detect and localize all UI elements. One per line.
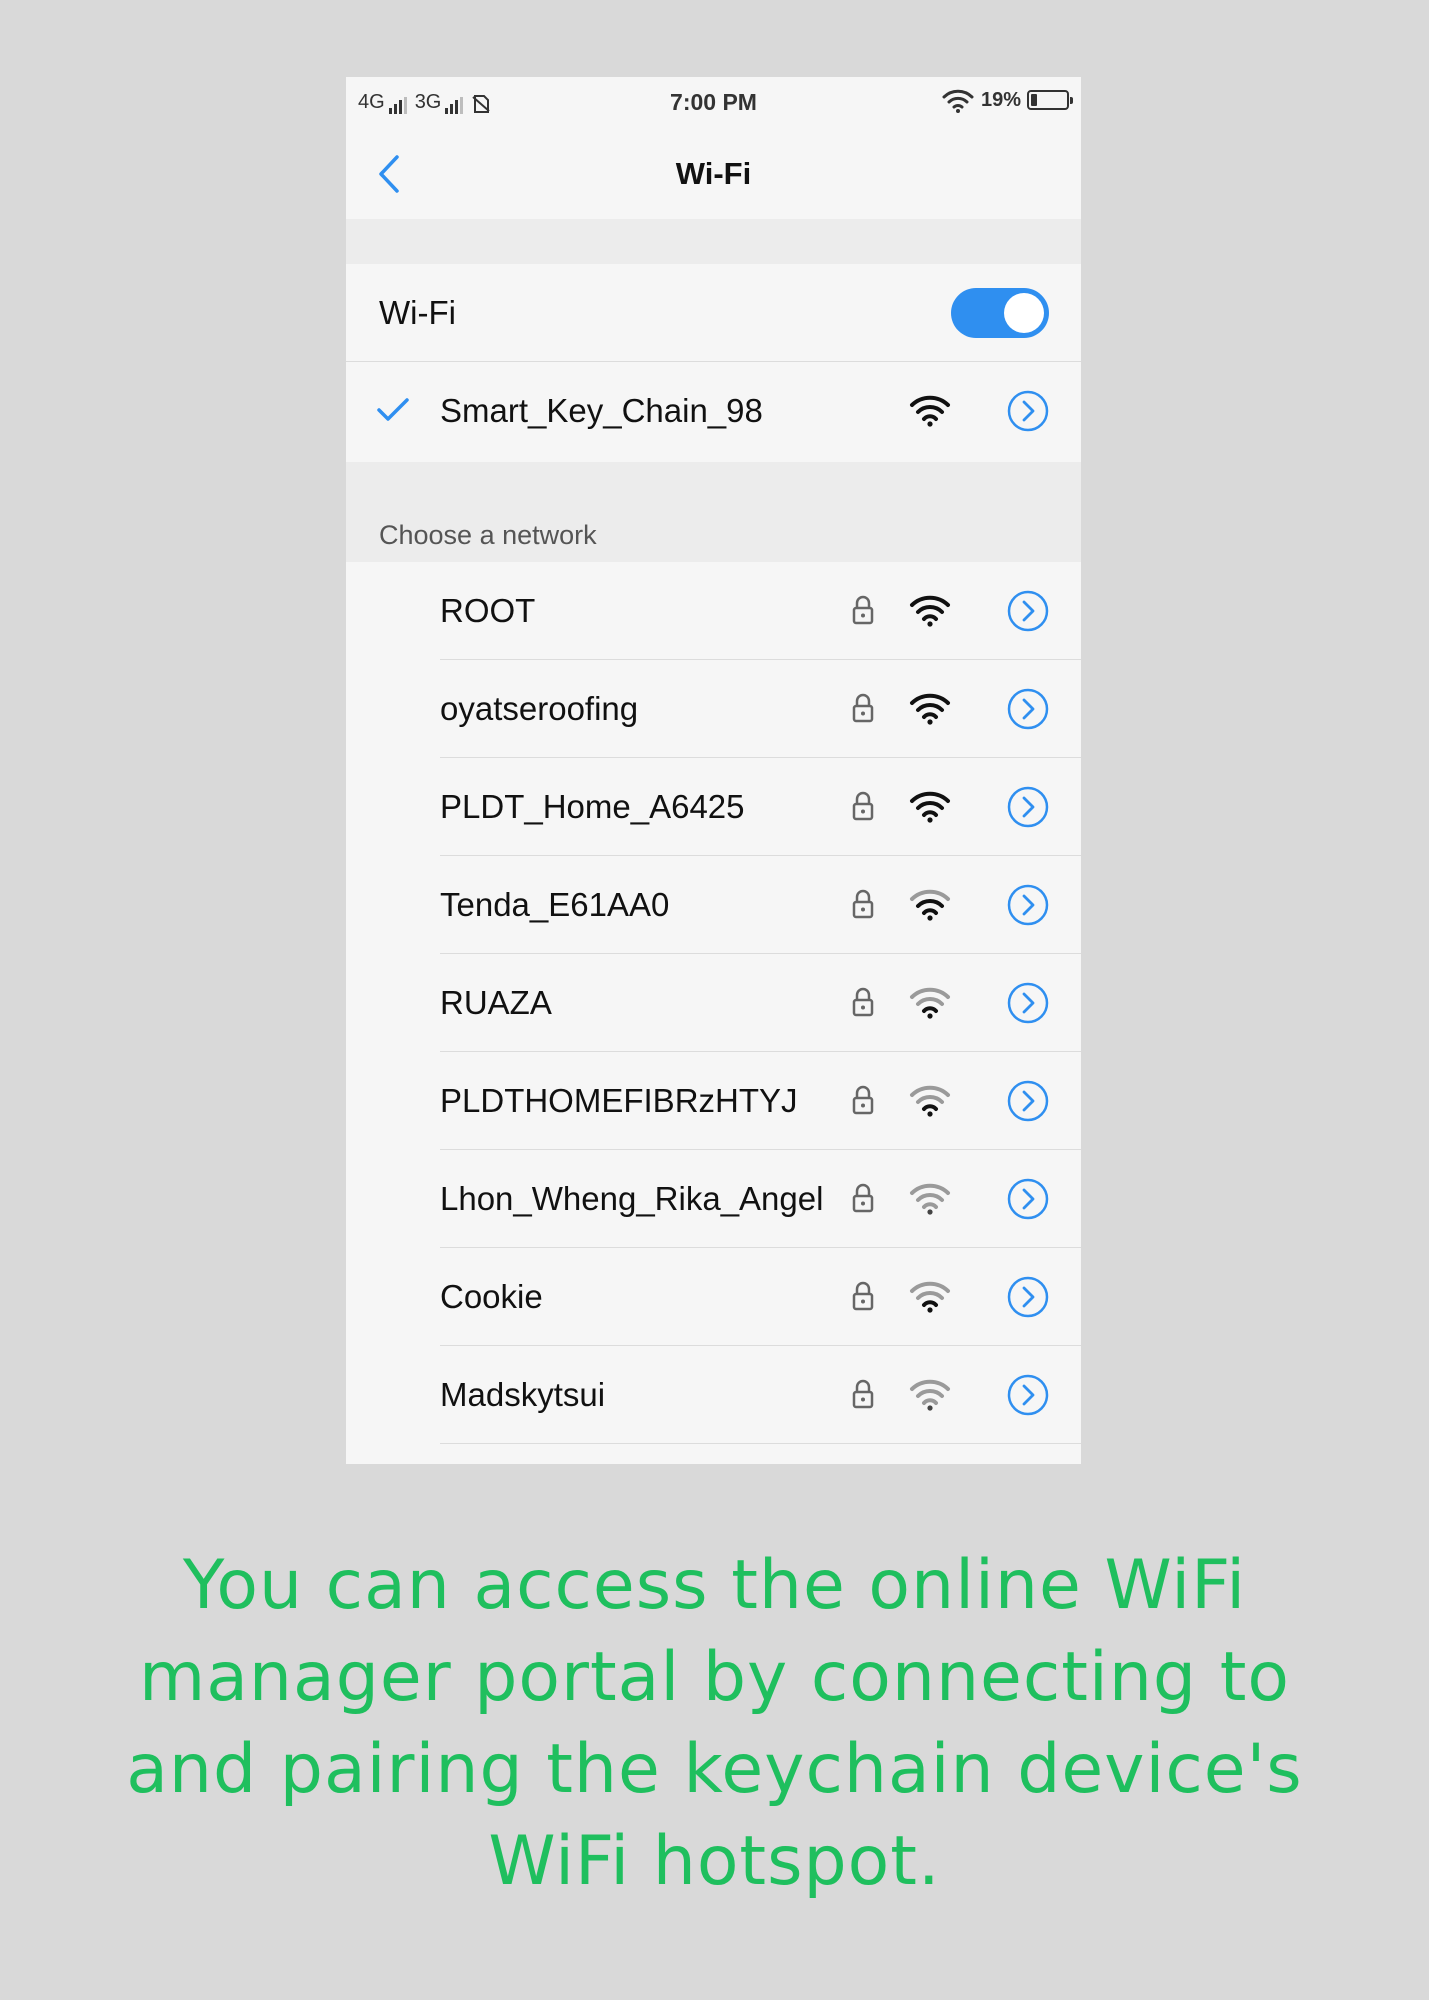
- lock-icon: [852, 595, 874, 625]
- info-chevron-icon[interactable]: [1007, 786, 1049, 828]
- lock-icon: [852, 1379, 874, 1409]
- toggle-knob: [1004, 293, 1044, 333]
- network-name: PLDT_Home_A6425: [440, 788, 745, 825]
- phone-screen: 4G 3G 7:00 PM 19% Wi-Fi Wi-Fi Smart_Key_…: [346, 77, 1081, 1464]
- section-header: Choose a network: [346, 462, 1081, 562]
- connected-network-row[interactable]: Smart_Key_Chain_98: [346, 362, 1081, 462]
- lock-icon: [852, 1085, 874, 1115]
- lock-icon: [852, 791, 874, 821]
- info-chevron-icon[interactable]: [1007, 1178, 1049, 1220]
- wifi-icon: [910, 1379, 950, 1411]
- network-name: ROOT: [440, 592, 536, 629]
- battery-percent: 19%: [980, 88, 1021, 111]
- network-name: oyatseroofing: [440, 690, 639, 727]
- connected-network-name: Smart_Key_Chain_98: [440, 392, 763, 429]
- lock-icon: [852, 1281, 874, 1311]
- wifi-status-icon: [942, 89, 974, 113]
- info-chevron-icon[interactable]: [1007, 884, 1049, 926]
- network-row[interactable]: Lhon_Wheng_Rika_Angel: [346, 1150, 1081, 1248]
- caption-text: You can access the online WiFi manager p…: [126, 1546, 1303, 1901]
- wifi-toggle-label: Wi-Fi: [379, 294, 456, 331]
- info-chevron-icon[interactable]: [1007, 1276, 1049, 1318]
- wifi-icon: [910, 1183, 950, 1215]
- wifi-icon: [910, 889, 950, 921]
- page-title: Wi-Fi: [675, 156, 752, 191]
- info-chevron-icon[interactable]: [1007, 982, 1049, 1024]
- lock-icon: [852, 889, 874, 919]
- wifi-icon: [910, 791, 950, 823]
- network-name: Cookie: [440, 1278, 543, 1315]
- network-row[interactable]: PLDTHOMEFIBRzHTYJ: [346, 1052, 1081, 1150]
- section-spacer: [346, 219, 1081, 264]
- info-chevron-icon[interactable]: [1007, 390, 1049, 432]
- network-row[interactable]: Tenda_E61AA0: [346, 856, 1081, 954]
- battery-icon: [1027, 90, 1073, 110]
- wifi-icon: [910, 395, 950, 427]
- info-chevron-icon[interactable]: [1007, 590, 1049, 632]
- network-row[interactable]: oyatseroofing: [346, 660, 1081, 758]
- network-row[interactable]: Cookie: [346, 1248, 1081, 1346]
- network-row[interactable]: PLDT_Home_A6425: [346, 758, 1081, 856]
- battery-level-fill: [1031, 94, 1037, 106]
- lock-icon: [852, 1183, 874, 1213]
- wifi-icon: [910, 1085, 950, 1117]
- network-row[interactable]: Madskytsui: [346, 1346, 1081, 1444]
- wifi-icon: [910, 595, 950, 627]
- wifi-toggle-switch[interactable]: [951, 288, 1049, 338]
- lock-icon: [852, 987, 874, 1017]
- wifi-toggle-row: Wi-Fi: [346, 264, 1081, 362]
- nav-bar: Wi-Fi: [346, 129, 1081, 219]
- wifi-icon: [910, 1281, 950, 1313]
- wifi-icon: [910, 693, 950, 725]
- info-chevron-icon[interactable]: [1007, 1080, 1049, 1122]
- network-name: PLDTHOMEFIBRzHTYJ: [440, 1082, 798, 1119]
- wifi-icon: [910, 987, 950, 1019]
- divider: [440, 1443, 1081, 1444]
- status-bar-right: 19%: [941, 87, 1073, 113]
- choose-network-label: Choose a network: [379, 520, 597, 550]
- network-name: Lhon_Wheng_Rika_Angel: [440, 1180, 824, 1217]
- info-chevron-icon[interactable]: [1007, 688, 1049, 730]
- lock-icon: [852, 693, 874, 723]
- network-name: Tenda_E61AA0: [440, 886, 670, 923]
- check-icon: [377, 398, 409, 421]
- network-row[interactable]: RUAZA: [346, 954, 1081, 1052]
- network-row[interactable]: ROOT: [346, 562, 1081, 660]
- network-name: RUAZA: [440, 984, 552, 1021]
- network-name: Madskytsui: [440, 1376, 606, 1413]
- status-bar: 4G 3G 7:00 PM 19%: [346, 77, 1081, 129]
- info-chevron-icon[interactable]: [1007, 1374, 1049, 1416]
